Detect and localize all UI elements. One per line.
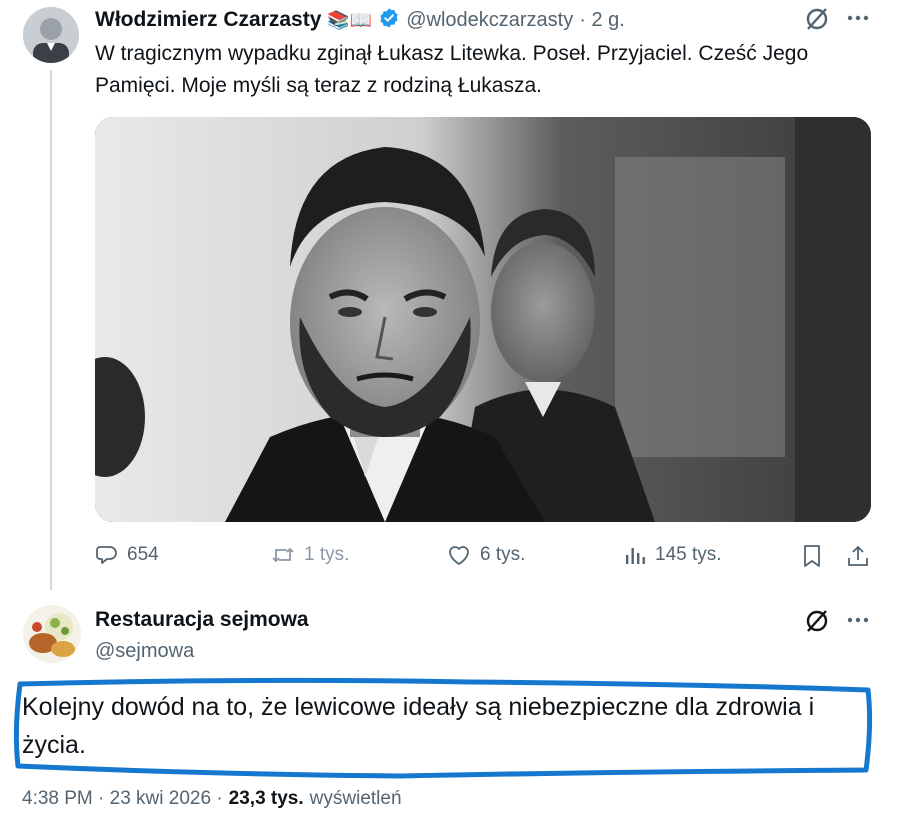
views-count: 145 tys. (655, 544, 722, 565)
heart-icon (449, 546, 469, 565)
grok-icon[interactable] (804, 6, 830, 37)
tweet1-header: Włodzimierz Czarzasty 📚📖 @wlodekczarzast… (95, 6, 625, 34)
reply-count: 654 (127, 544, 159, 565)
bookmark-icon[interactable] (800, 543, 824, 574)
photo-portrait-image (95, 117, 871, 522)
author-avatar[interactable] (23, 605, 81, 663)
verified-badge-icon (378, 7, 400, 34)
author-name[interactable]: Restauracja sejmowa (95, 608, 309, 632)
reply-icon (96, 546, 117, 564)
views-label: wyświetleń (309, 788, 402, 809)
like-count: 6 tys. (480, 544, 526, 565)
tweet1-text-line2: Pamięci. Moje myśli są teraz z rodziną Ł… (95, 74, 542, 97)
tweet-time[interactable]: · 2 g. (579, 9, 625, 32)
repost-count: 1 tys. (304, 544, 350, 565)
repost-button[interactable]: 1 tys. (270, 543, 349, 567)
thread-connector-line (50, 70, 52, 590)
tweet1-text-line1: W tragicznym wypadku zginął Łukasz Litew… (95, 42, 809, 65)
author-name[interactable]: Włodzimierz Czarzasty (95, 8, 321, 32)
more-options-icon[interactable] (846, 608, 870, 637)
tweet-timestamp[interactable]: 4:38 PM · 23 kwi 2026 · (22, 788, 223, 810)
avatar-image (23, 7, 79, 63)
author-avatar[interactable] (23, 7, 79, 63)
food-avatar-image (23, 605, 81, 663)
tweet1-text: W tragicznym wypadku zginął Łukasz Litew… (95, 38, 885, 102)
share-icon[interactable] (846, 543, 870, 574)
views-count: 23,3 tys. (228, 788, 304, 809)
more-options-icon[interactable] (846, 6, 870, 35)
author-handle[interactable]: @sejmowa (95, 640, 194, 663)
grok-icon[interactable] (804, 608, 830, 639)
hand-drawn-highlight-outline (13, 677, 873, 779)
reply-button[interactable]: 654 (95, 543, 159, 567)
author-handle[interactable]: @wlodekczarzasty (406, 9, 573, 32)
tweet2-meta: 4:38 PM · 23 kwi 2026 · 23,3 tys. wyświe… (22, 788, 402, 810)
repost-icon (272, 547, 294, 563)
views-chart-icon (626, 548, 645, 564)
like-button[interactable]: 6 tys. (446, 543, 525, 567)
tweet-photo[interactable] (95, 117, 871, 522)
books-emoji: 📚📖 (327, 9, 373, 30)
views-button[interactable]: 145 tys. (623, 543, 722, 567)
